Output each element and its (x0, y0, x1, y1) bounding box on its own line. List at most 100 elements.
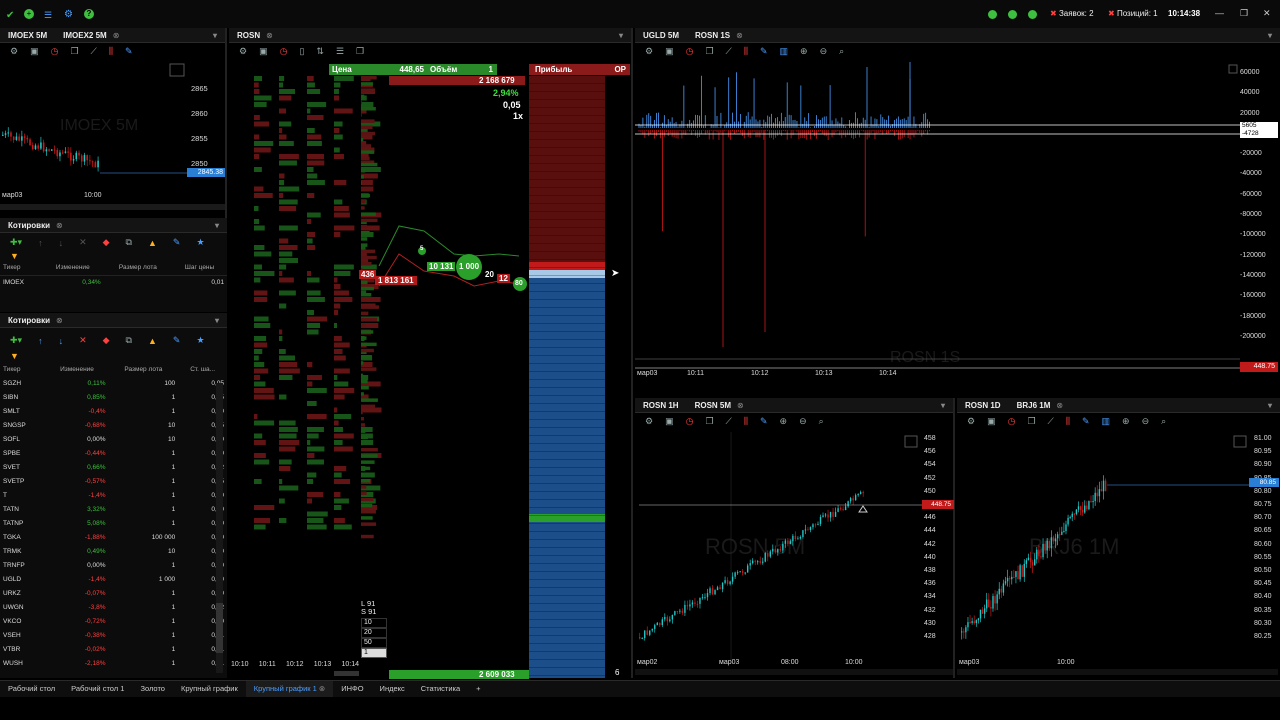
orderbook-level[interactable] (529, 636, 605, 644)
orderbook-level[interactable] (529, 476, 605, 484)
workspace-tab[interactable]: Статистика (413, 681, 468, 697)
clock-icon[interactable]: ◷ (686, 416, 694, 427)
table-row[interactable]: IMOEX 0,34% 0,01 (0, 275, 227, 289)
orderbook-level[interactable] (529, 268, 605, 276)
orderbook-level[interactable] (529, 620, 605, 628)
orderbook-level[interactable] (529, 548, 605, 556)
orderbook-level[interactable] (529, 644, 605, 652)
orderbook-level[interactable] (529, 84, 605, 92)
bar-chart-icon[interactable]: ▥ (780, 46, 789, 57)
copy-icon[interactable]: ❐ (1027, 416, 1035, 427)
orderbook-level[interactable] (529, 148, 605, 156)
qty-button[interactable]: 20 (361, 628, 387, 638)
orderbook-level[interactable] (529, 532, 605, 540)
restore-icon[interactable]: ❐ (1240, 8, 1248, 19)
scrollbar[interactable] (334, 671, 359, 676)
orderbook-level[interactable] (529, 308, 605, 316)
table-row[interactable]: TRNFP0,00%10,20 (0, 558, 227, 572)
bell-icon[interactable]: ▲ (148, 238, 157, 248)
camera-icon[interactable]: ▣ (665, 46, 674, 57)
orderbook-level[interactable] (529, 364, 605, 372)
search-icon[interactable]: ⌕ (1161, 416, 1166, 427)
orderbook-level[interactable] (529, 492, 605, 500)
add-icon[interactable]: ✚▾ (10, 237, 22, 248)
orderbook-level[interactable] (529, 220, 605, 228)
orderbook-level[interactable] (529, 204, 605, 212)
camera-icon[interactable]: ▣ (665, 416, 674, 427)
orderbook-level[interactable] (529, 436, 605, 444)
orderbook-level[interactable] (529, 284, 605, 292)
column-header[interactable]: Изменение (42, 261, 104, 275)
clock-icon[interactable]: ◷ (686, 46, 694, 57)
close-icon[interactable]: ⊗ (319, 684, 325, 693)
orderbook-level[interactable] (529, 396, 605, 404)
table-row[interactable]: VTBR-0,02%10,01 (0, 642, 227, 656)
delete-icon[interactable]: ✕ (79, 335, 87, 346)
chevron-down-icon[interactable]: ▾ (619, 31, 623, 40)
clock-icon[interactable]: ◷ (280, 46, 288, 57)
pen-icon[interactable]: ✎ (760, 46, 768, 57)
settings-icon[interactable]: ⚙ (645, 416, 653, 427)
pen-icon[interactable]: ✎ (1082, 416, 1090, 427)
brj6-chart[interactable]: BRJ6 1M (957, 432, 1249, 660)
clock-icon[interactable]: ◷ (1008, 416, 1016, 427)
orderbook-level[interactable] (529, 444, 605, 452)
orderbook-level[interactable] (529, 380, 605, 388)
chevron-down-icon[interactable]: ▾ (941, 401, 945, 410)
close-icon[interactable]: ⊗ (56, 221, 63, 230)
profit-label[interactable]: Прибыль (529, 64, 614, 75)
workspace-tab[interactable]: ИНФО (333, 681, 371, 697)
column-header[interactable]: Тикер (0, 362, 46, 376)
orderbook-level[interactable] (529, 500, 605, 508)
table-row[interactable]: TRMK0,49%100,10 (0, 544, 227, 558)
workspace-tab[interactable]: Золото (132, 681, 173, 697)
candles-icon[interactable]: ⫼ (109, 46, 113, 57)
column-header[interactable]: Размер лота (109, 362, 179, 376)
tab-imoex2-5m[interactable]: IMOEX2 5M ⊗ (55, 31, 127, 40)
pen-icon[interactable]: ✎ (125, 46, 133, 57)
orderbook-level[interactable] (529, 260, 605, 268)
document-icon[interactable]: ▯ (299, 46, 304, 57)
positions-count[interactable]: ✖ Позиций: 1 (1108, 9, 1158, 18)
orderbook-level[interactable] (529, 572, 605, 580)
orderbook-level[interactable] (529, 340, 605, 348)
volume-chart[interactable]: ROSN 1S (635, 62, 1240, 372)
orderbook-level[interactable] (529, 604, 605, 612)
orderbook-level[interactable] (529, 460, 605, 468)
orderbook-level[interactable] (529, 588, 605, 596)
orderbook-level[interactable] (529, 108, 605, 116)
close-icon[interactable]: ⊗ (113, 31, 120, 40)
table-row[interactable]: TATN3,32%10,10 (0, 502, 227, 516)
zoom-out-icon[interactable]: ⊖ (799, 416, 807, 427)
price-header[interactable]: Цена (329, 64, 369, 75)
scrollbar[interactable] (635, 669, 953, 675)
zoom-in-icon[interactable]: ⊕ (780, 416, 788, 427)
zoom-in-icon[interactable]: ⊕ (1122, 416, 1130, 427)
table-row[interactable]: SOFL0,00%100,20 (0, 432, 227, 446)
tab-imoex-5m[interactable]: IMOEX 5M (0, 31, 55, 40)
scrollbar[interactable] (0, 204, 225, 210)
orderbook-level[interactable] (529, 140, 605, 148)
orderbook-level[interactable] (529, 316, 605, 324)
line-tool-icon[interactable]: ⟋ (91, 46, 97, 57)
chevron-down-icon[interactable]: ▾ (1268, 31, 1272, 40)
tab-rosn-1s[interactable]: ROSN 1S ⊗ (687, 31, 751, 40)
orderbook-level[interactable] (529, 388, 605, 396)
copy-icon[interactable]: ❐ (705, 416, 713, 427)
bar-chart-icon[interactable]: ▥ (1102, 416, 1111, 427)
orderbook-level[interactable] (529, 292, 605, 300)
settings-icon[interactable]: ⚙ (967, 416, 975, 427)
table-row[interactable]: VKCO-0,72%10,20 (0, 614, 227, 628)
table-row[interactable]: SGZH0,11%1000,05 (0, 376, 227, 390)
check-icon[interactable]: ✔ (6, 10, 14, 21)
table-row[interactable]: T-1,4%10,20 (0, 488, 227, 502)
column-header[interactable]: Размер лота (104, 261, 172, 275)
table-row[interactable]: WUSH-2,18%10,01 (0, 656, 227, 670)
column-header[interactable]: Изменение (46, 362, 109, 376)
qty-input[interactable]: 1 (361, 648, 387, 658)
copy-icon[interactable]: ❐ (705, 46, 713, 57)
workspace-tab-active[interactable]: Крупный график 1 ⊗ (245, 681, 334, 697)
orderbook-level[interactable] (529, 324, 605, 332)
gear-icon[interactable]: ⚙ (64, 9, 73, 20)
orderbook-level[interactable] (529, 580, 605, 588)
